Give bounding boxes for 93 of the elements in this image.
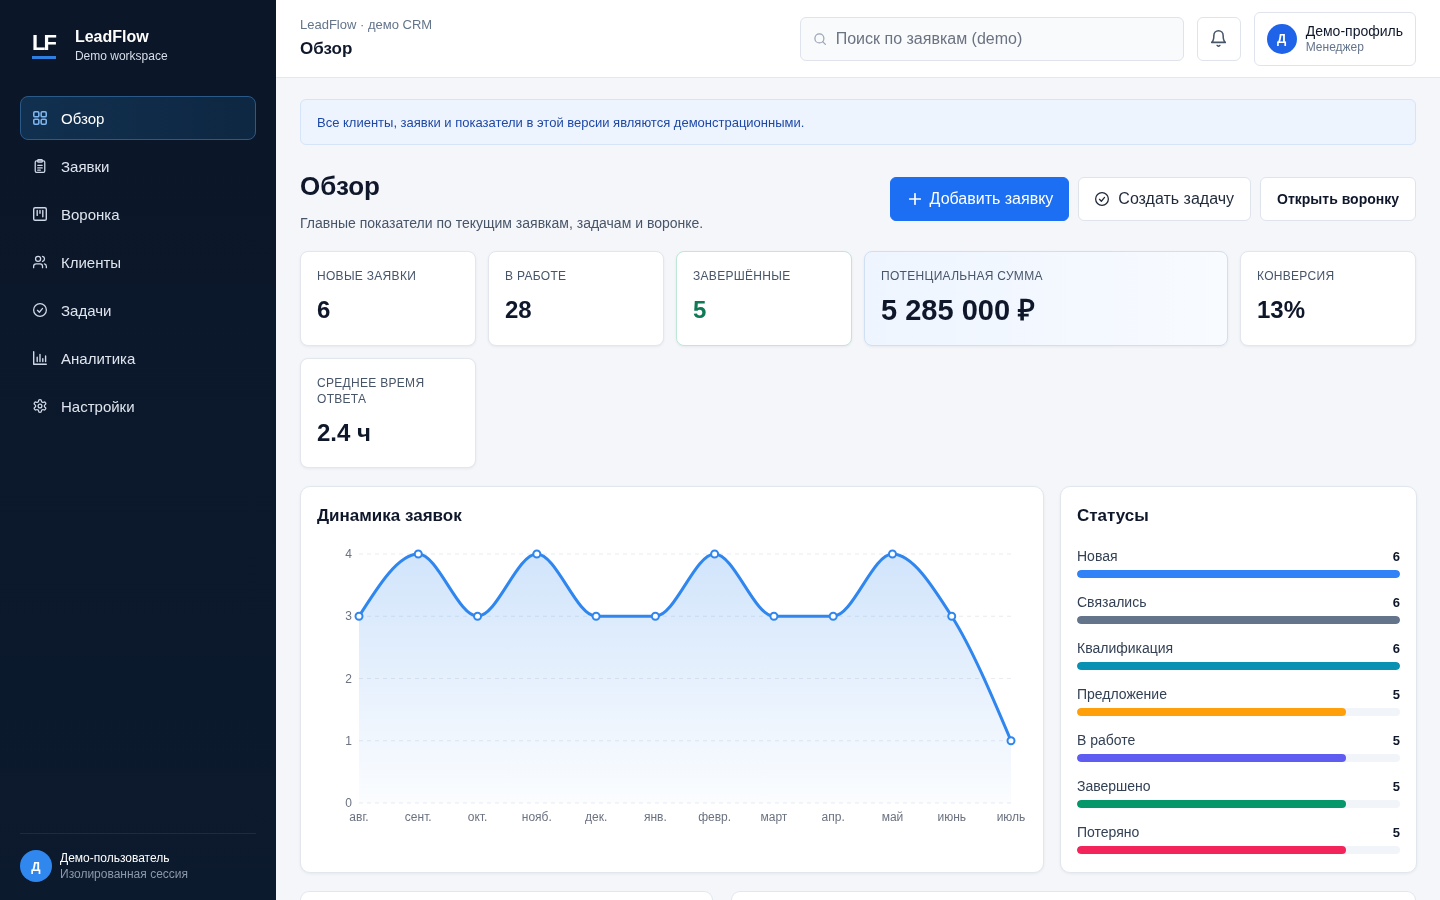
status-label: В работе [1077, 732, 1136, 748]
session-note: Изолированная сессия [60, 866, 188, 882]
nav-item[interactable]: Заявки [20, 144, 256, 188]
header-title: Обзор [300, 38, 354, 60]
stat-value: 6 [317, 296, 332, 324]
axis-label: февр. [698, 810, 732, 824]
status-label: Потеряно [1077, 824, 1140, 840]
action-button[interactable]: Добавить заявку [889, 177, 1070, 221]
status-label: Завершено [1077, 778, 1151, 794]
status-count: 5 [1392, 824, 1400, 840]
axis-label: окт. [467, 810, 488, 824]
action-button[interactable]: Создать задачу [1078, 177, 1252, 221]
bell-icon [1211, 30, 1227, 47]
axis-label: 1 [345, 733, 352, 748]
axis-label: май [881, 810, 904, 824]
brand-name: LeadFlow [74, 26, 150, 47]
data-point [591, 611, 601, 621]
axis-label: июль [996, 810, 1026, 824]
axis-label: сент. [404, 810, 432, 824]
notifications-button[interactable] [1196, 16, 1241, 61]
axis-label: 2 [345, 671, 352, 686]
status-count: 5 [1392, 732, 1400, 748]
data-point [1006, 736, 1016, 746]
data-point [473, 611, 483, 621]
nav-item[interactable]: Аналитика [20, 336, 256, 380]
nav-item[interactable]: Настройки [20, 384, 256, 428]
workspace-label: Demo workspace [74, 47, 168, 64]
stat-label: СРЕДНЕЕ ВРЕМЯ ОТВЕТА [317, 375, 426, 407]
user-avatar: Д [1266, 23, 1297, 54]
axis-label: дек. [584, 810, 608, 824]
axis-label: нояб. [521, 810, 552, 824]
data-point [413, 549, 423, 559]
stat-label: ПОТЕНЦИАЛЬНАЯ СУММА [881, 268, 1044, 284]
axis-label: март [760, 810, 788, 824]
bar-chart-icon [33, 351, 47, 365]
stat-label: В РАБОТЕ [505, 268, 568, 284]
card-title: Динамика заявок [317, 505, 463, 527]
stat-label: НОВЫЕ ЗАЯВКИ [317, 268, 418, 284]
nav-item[interactable]: Обзор [20, 96, 256, 140]
status-label: Новая [1077, 548, 1118, 564]
users-icon [33, 255, 47, 269]
page-title: Обзор [300, 171, 381, 201]
status-label: Квалификация [1077, 640, 1174, 656]
stat-value: 13% [1257, 296, 1307, 324]
search-field[interactable]: Поиск по заявкам (demo) [799, 16, 1184, 61]
axis-label: 0 [345, 796, 352, 810]
stat-label: КОНВЕРСИЯ [1257, 268, 1336, 284]
stat-label: ЗАВЕРШЁННЫЕ [693, 268, 792, 284]
data-point [650, 611, 660, 621]
data-point [710, 549, 720, 559]
nav-item[interactable]: Клиенты [20, 240, 256, 284]
plus-icon [908, 193, 921, 205]
action-button[interactable]: Открыть воронку [1260, 177, 1416, 221]
data-point [828, 611, 838, 621]
user-name: Демо-пользователь [60, 850, 171, 866]
grid-icon [33, 111, 47, 125]
header-breadcrumb: LeadFlow · демо CRM [300, 17, 433, 33]
status-label: Связались [1077, 594, 1147, 610]
axis-label: июнь [937, 810, 966, 824]
status-count: 6 [1392, 594, 1400, 610]
clipboard-icon [33, 159, 47, 173]
status-count: 5 [1392, 686, 1400, 702]
status-count: 5 [1392, 778, 1400, 794]
page-subtitle: Главные показатели по текущим заявкам, задачам и воронке. [300, 214, 704, 232]
data-point [769, 611, 779, 621]
check-circle-icon [33, 303, 47, 317]
data-point [532, 549, 542, 559]
axis-label: янв. [643, 810, 667, 824]
gear-icon [33, 399, 47, 413]
data-point [354, 611, 364, 621]
nav-item[interactable]: Задачи [20, 288, 256, 332]
user-avatar: Д [20, 850, 52, 882]
board-icon [33, 207, 47, 221]
card-title: Статусы [1077, 505, 1150, 527]
axis-label: 4 [345, 547, 352, 561]
axis-label: 3 [345, 609, 352, 624]
stat-value: 2.4 ч [317, 419, 372, 447]
stat-value: 5 285 000 ₽ [881, 295, 1037, 325]
status-count: 6 [1392, 548, 1400, 564]
stat-value: 28 [505, 296, 533, 324]
data-point [887, 549, 897, 559]
profile-button[interactable]: Д Демо-профиль Менеджер [1253, 11, 1416, 66]
data-point [947, 611, 957, 621]
search-icon [813, 32, 826, 45]
check-circle-icon [1095, 192, 1110, 206]
axis-label: апр. [821, 810, 845, 824]
nav-item[interactable]: Воронка [20, 192, 256, 236]
status-count: 6 [1392, 640, 1400, 656]
brand-logo: LF [32, 31, 56, 59]
stat-value: 5 [693, 296, 708, 324]
notice-banner: Все клиенты, заявки и показатели в этой версии являются демонстрационными. [300, 99, 1416, 145]
axis-label: авг. [349, 810, 369, 824]
status-label: Предложение [1077, 686, 1167, 702]
